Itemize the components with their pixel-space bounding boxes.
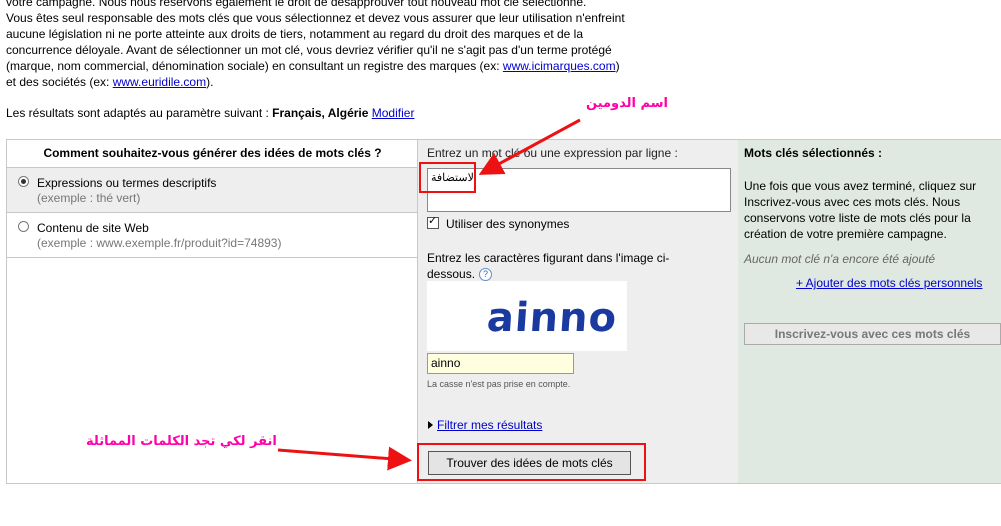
click-hint-annotation: انقر لكي تجد الكلمات المماثلة xyxy=(86,434,277,449)
domain-name-annotation: اسم الدومين xyxy=(586,96,668,111)
arrow-to-keyword xyxy=(478,118,581,175)
arrow-to-button xyxy=(277,446,412,471)
